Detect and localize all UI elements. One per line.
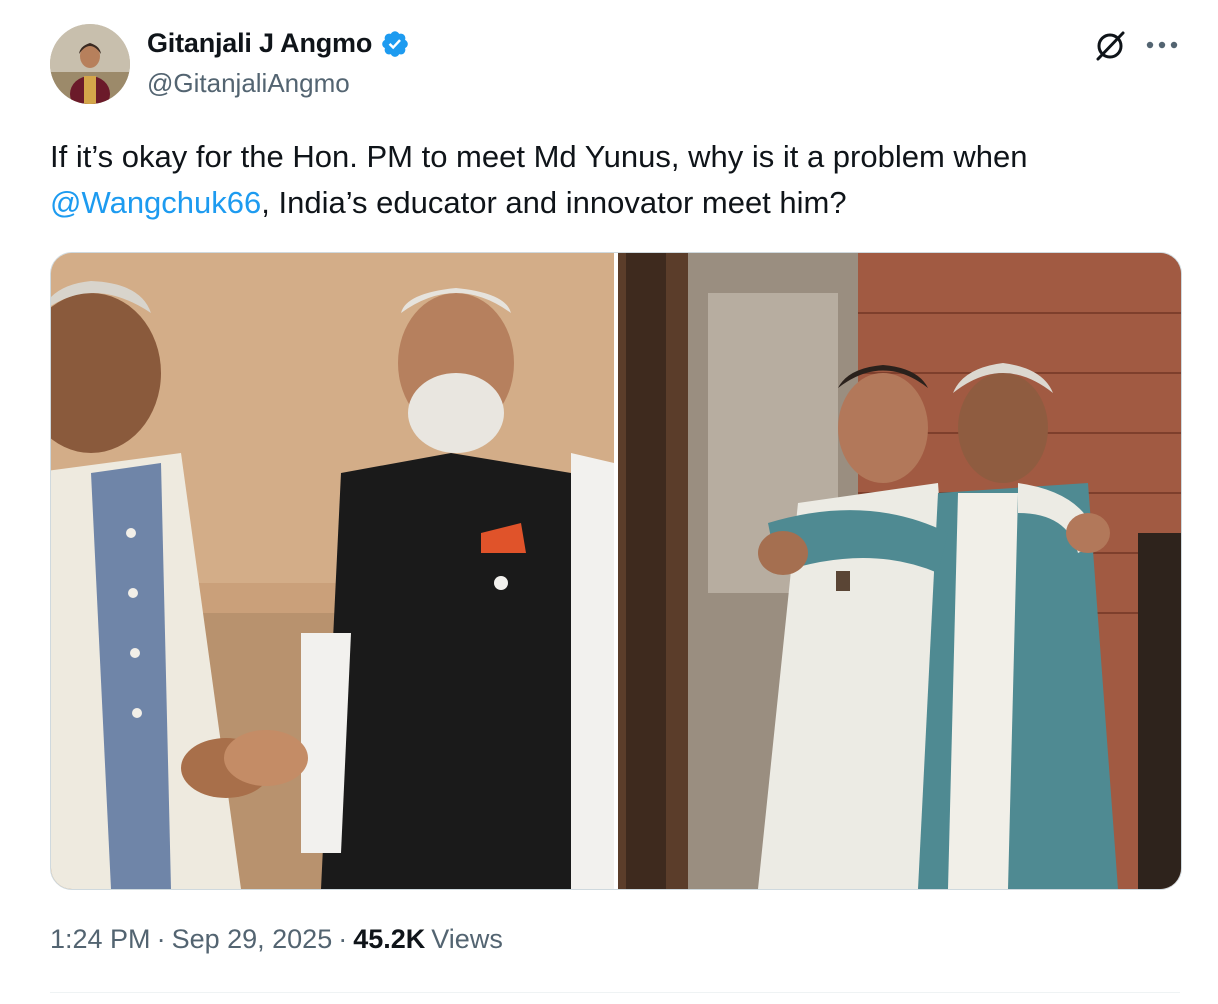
- tweet-meta: 1:24 PM · Sep 29, 2025 · 45.2K Views: [50, 924, 503, 955]
- more-options-icon[interactable]: [1142, 28, 1182, 62]
- verified-badge-icon: [380, 29, 410, 59]
- tweet-text: If it’s okay for the Hon. PM to meet Md …: [50, 134, 1180, 226]
- author-name-text[interactable]: Gitanjali J Angmo: [147, 28, 372, 59]
- author-name[interactable]: Gitanjali J Angmo: [147, 28, 410, 59]
- mention-link[interactable]: @Wangchuk66: [50, 185, 261, 220]
- divider: [50, 992, 1180, 993]
- views-count[interactable]: 45.2K: [353, 924, 425, 955]
- tweet-date[interactable]: Sep 29, 2025: [172, 924, 333, 955]
- meta-separator: ·: [338, 924, 348, 954]
- meta-separator: ·: [156, 924, 166, 954]
- author-handle[interactable]: @GitanjaliAngmo: [147, 68, 350, 99]
- tweet-card: Gitanjali J Angmo @GitanjaliAngmo If it’…: [0, 0, 1218, 1004]
- tweet-text-part-1: If it’s okay for the Hon. PM to meet Md …: [50, 139, 1028, 174]
- views-label[interactable]: Views: [431, 924, 503, 955]
- profile-photo-icon: [50, 24, 130, 104]
- media-photo-2[interactable]: [618, 253, 1181, 889]
- grok-icon[interactable]: [1092, 28, 1128, 64]
- tweet-text-part-2: , India’s educator and innovator meet hi…: [261, 185, 847, 220]
- author-avatar[interactable]: [50, 24, 130, 104]
- tweet-time[interactable]: 1:24 PM: [50, 924, 151, 955]
- media-grid: [50, 252, 1182, 890]
- media-photo-1[interactable]: [51, 253, 614, 889]
